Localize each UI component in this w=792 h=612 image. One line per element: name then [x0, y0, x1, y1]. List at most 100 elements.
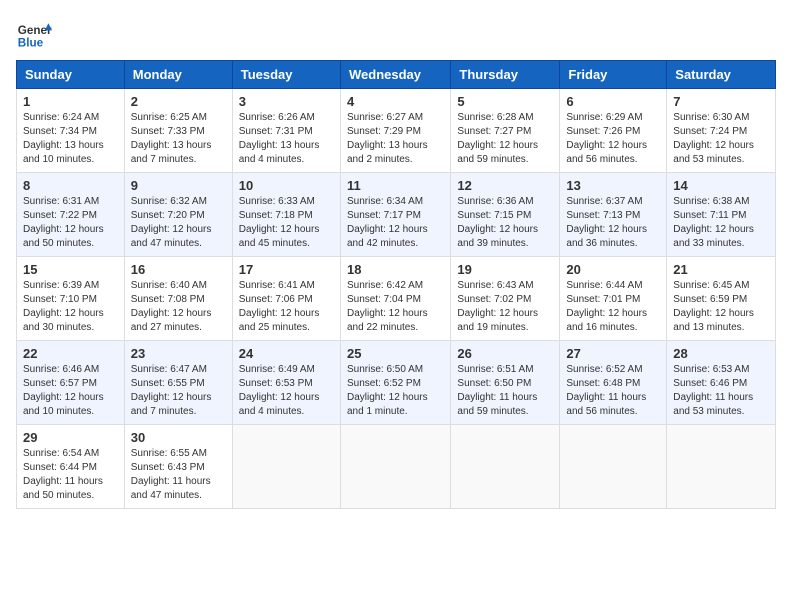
day-number: 25 [347, 346, 444, 361]
day-number: 20 [566, 262, 660, 277]
day-number: 1 [23, 94, 118, 109]
day-number: 16 [131, 262, 226, 277]
calendar-week-row: 8 Sunrise: 6:31 AM Sunset: 7:22 PM Daylig… [17, 173, 776, 257]
calendar-cell: 9 Sunrise: 6:32 AM Sunset: 7:20 PM Daylig… [124, 173, 232, 257]
day-number: 19 [457, 262, 553, 277]
calendar-cell: 21Sunrise: 6:45 AM Sunset: 6:59 PM Dayli… [667, 257, 776, 341]
day-number: 4 [347, 94, 444, 109]
day-number: 24 [239, 346, 334, 361]
calendar-cell: 10 Sunrise: 6:33 AM Sunset: 7:18 PM Dayli… [232, 173, 340, 257]
cell-sun-info: Sunrise: 6:27 AM Sunset: 7:29 PM Dayligh… [347, 111, 444, 167]
cell-sun-info: Sunrise: 6:33 AM Sunset: 7:18 PM Dayligh… [239, 195, 334, 251]
cell-sun-info: Sunrise: 6:37 AM Sunset: 7:13 PM Dayligh… [566, 195, 660, 251]
cell-sun-info: Sunrise: 6:47 AM Sunset: 6:55 PM Dayligh… [131, 363, 226, 419]
logo-icon: General Blue [16, 16, 52, 52]
cell-sun-info: Sunrise: 6:39 AM Sunset: 7:10 PM Dayligh… [23, 279, 118, 335]
day-number: 7 [673, 94, 769, 109]
cell-sun-info: Sunrise: 6:26 AM Sunset: 7:31 PM Dayligh… [239, 111, 334, 167]
weekday-header-tuesday: Tuesday [232, 61, 340, 89]
weekday-header-wednesday: Wednesday [340, 61, 450, 89]
calendar-week-row: 22 Sunrise: 6:46 AM Sunset: 6:57 PM Dayli… [17, 341, 776, 425]
calendar-cell: 18 Sunrise: 6:42 AM Sunset: 7:04 PM Dayli… [340, 257, 450, 341]
cell-sun-info: Sunrise: 6:34 AM Sunset: 7:17 PM Dayligh… [347, 195, 444, 251]
calendar-week-row: 15 Sunrise: 6:39 AM Sunset: 7:10 PM Dayli… [17, 257, 776, 341]
day-number: 6 [566, 94, 660, 109]
day-number: 8 [23, 178, 118, 193]
cell-sun-info: Sunrise: 6:28 AM Sunset: 7:27 PM Dayligh… [457, 111, 553, 167]
calendar-cell: 15 Sunrise: 6:39 AM Sunset: 7:10 PM Dayli… [17, 257, 125, 341]
calendar-cell: 23 Sunrise: 6:47 AM Sunset: 6:55 PM Dayli… [124, 341, 232, 425]
cell-sun-info: Sunrise: 6:46 AM Sunset: 6:57 PM Dayligh… [23, 363, 118, 419]
calendar-cell [451, 425, 560, 509]
weekday-header-friday: Friday [560, 61, 667, 89]
calendar-cell: 30 Sunrise: 6:55 AM Sunset: 6:43 PM Dayli… [124, 425, 232, 509]
calendar-cell: 5 Sunrise: 6:28 AM Sunset: 7:27 PM Daylig… [451, 89, 560, 173]
logo: General Blue [16, 16, 52, 52]
calendar-cell: 29 Sunrise: 6:54 AM Sunset: 6:44 PM Dayli… [17, 425, 125, 509]
calendar-cell: 13 Sunrise: 6:37 AM Sunset: 7:13 PM Dayli… [560, 173, 667, 257]
day-number: 28 [673, 346, 769, 361]
day-number: 30 [131, 430, 226, 445]
cell-sun-info: Sunrise: 6:31 AM Sunset: 7:22 PM Dayligh… [23, 195, 118, 251]
calendar-cell: 2Sunrise: 6:25 AM Sunset: 7:33 PM Daylig… [124, 89, 232, 173]
svg-text:General: General [18, 24, 52, 37]
page-header: General Blue [16, 16, 776, 52]
day-number: 18 [347, 262, 444, 277]
calendar-cell: 22 Sunrise: 6:46 AM Sunset: 6:57 PM Dayli… [17, 341, 125, 425]
cell-sun-info: Sunrise: 6:32 AM Sunset: 7:20 PM Dayligh… [131, 195, 226, 251]
calendar-cell [667, 425, 776, 509]
day-number: 9 [131, 178, 226, 193]
cell-sun-info: Sunrise: 6:49 AM Sunset: 6:53 PM Dayligh… [239, 363, 334, 419]
calendar-cell: 16 Sunrise: 6:40 AM Sunset: 7:08 PM Dayli… [124, 257, 232, 341]
calendar-cell [340, 425, 450, 509]
svg-text:Blue: Blue [18, 37, 44, 50]
calendar-cell: 4 Sunrise: 6:27 AM Sunset: 7:29 PM Daylig… [340, 89, 450, 173]
cell-sun-info: Sunrise: 6:44 AM Sunset: 7:01 PM Dayligh… [566, 279, 660, 335]
cell-sun-info: Sunrise: 6:41 AM Sunset: 7:06 PM Dayligh… [239, 279, 334, 335]
day-number: 15 [23, 262, 118, 277]
cell-sun-info: Sunrise: 6:38 AM Sunset: 7:11 PM Dayligh… [673, 195, 769, 251]
calendar-cell: 7 Sunrise: 6:30 AM Sunset: 7:24 PM Daylig… [667, 89, 776, 173]
calendar-cell: 25 Sunrise: 6:50 AM Sunset: 6:52 PM Dayli… [340, 341, 450, 425]
day-number: 14 [673, 178, 769, 193]
weekday-header-thursday: Thursday [451, 61, 560, 89]
cell-sun-info: Sunrise: 6:55 AM Sunset: 6:43 PM Dayligh… [131, 447, 226, 503]
cell-sun-info: Sunrise: 6:30 AM Sunset: 7:24 PM Dayligh… [673, 111, 769, 167]
calendar-cell: 8 Sunrise: 6:31 AM Sunset: 7:22 PM Daylig… [17, 173, 125, 257]
calendar-week-row: 1 Sunrise: 6:24 AM Sunset: 7:34 PM Daylig… [17, 89, 776, 173]
calendar-cell: 14 Sunrise: 6:38 AM Sunset: 7:11 PM Dayli… [667, 173, 776, 257]
calendar-cell [232, 425, 340, 509]
day-number: 12 [457, 178, 553, 193]
day-number: 10 [239, 178, 334, 193]
weekday-header-monday: Monday [124, 61, 232, 89]
cell-sun-info: Sunrise: 6:40 AM Sunset: 7:08 PM Dayligh… [131, 279, 226, 335]
day-number: 23 [131, 346, 226, 361]
cell-sun-info: Sunrise: 6:29 AM Sunset: 7:26 PM Dayligh… [566, 111, 660, 167]
day-number: 22 [23, 346, 118, 361]
day-number: 26 [457, 346, 553, 361]
calendar-table: SundayMondayTuesdayWednesdayThursdayFrid… [16, 60, 776, 509]
day-number: 5 [457, 94, 553, 109]
cell-sun-info: Sunrise: 6:50 AM Sunset: 6:52 PM Dayligh… [347, 363, 444, 419]
calendar-week-row: 29 Sunrise: 6:54 AM Sunset: 6:44 PM Dayli… [17, 425, 776, 509]
calendar-cell: 3 Sunrise: 6:26 AM Sunset: 7:31 PM Daylig… [232, 89, 340, 173]
calendar-cell: 24 Sunrise: 6:49 AM Sunset: 6:53 PM Dayli… [232, 341, 340, 425]
day-number: 3 [239, 94, 334, 109]
day-number: 13 [566, 178, 660, 193]
calendar-cell: 12Sunrise: 6:36 AM Sunset: 7:15 PM Dayli… [451, 173, 560, 257]
calendar-cell: 28Sunrise: 6:53 AM Sunset: 6:46 PM Dayli… [667, 341, 776, 425]
calendar-cell: 1 Sunrise: 6:24 AM Sunset: 7:34 PM Daylig… [17, 89, 125, 173]
calendar-cell: 20 Sunrise: 6:44 AM Sunset: 7:01 PM Dayli… [560, 257, 667, 341]
cell-sun-info: Sunrise: 6:52 AM Sunset: 6:48 PM Dayligh… [566, 363, 660, 419]
cell-sun-info: Sunrise: 6:51 AM Sunset: 6:50 PM Dayligh… [457, 363, 553, 419]
day-number: 17 [239, 262, 334, 277]
calendar-cell: 27 Sunrise: 6:52 AM Sunset: 6:48 PM Dayli… [560, 341, 667, 425]
day-number: 29 [23, 430, 118, 445]
calendar-cell [560, 425, 667, 509]
cell-sun-info: Sunrise: 6:24 AM Sunset: 7:34 PM Dayligh… [23, 111, 118, 167]
day-number: 27 [566, 346, 660, 361]
cell-sun-info: Sunrise: 6:42 AM Sunset: 7:04 PM Dayligh… [347, 279, 444, 335]
calendar-cell: 6 Sunrise: 6:29 AM Sunset: 7:26 PM Daylig… [560, 89, 667, 173]
cell-sun-info: Sunrise: 6:54 AM Sunset: 6:44 PM Dayligh… [23, 447, 118, 503]
cell-sun-info: Sunrise: 6:43 AM Sunset: 7:02 PM Dayligh… [457, 279, 553, 335]
